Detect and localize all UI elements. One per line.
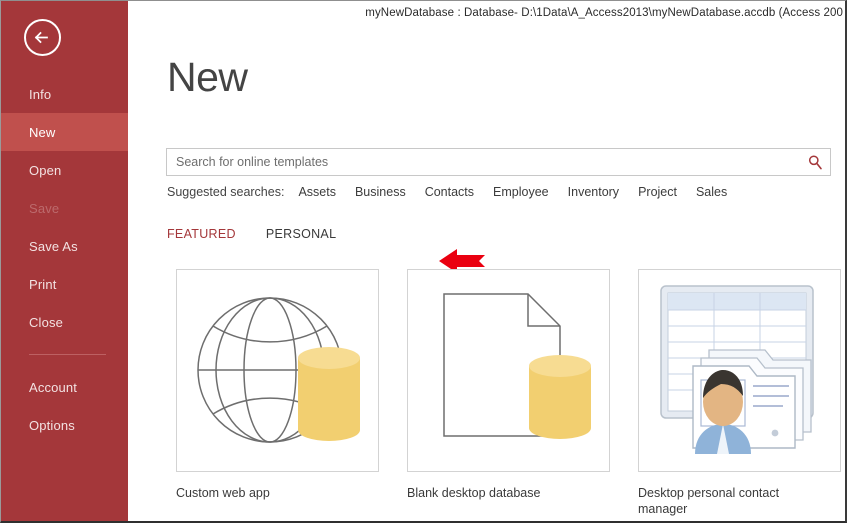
suggested-term-sales[interactable]: Sales bbox=[696, 185, 727, 199]
template-thumbnail bbox=[638, 269, 841, 472]
suggested-term-inventory[interactable]: Inventory bbox=[568, 185, 619, 199]
database-cylinder bbox=[298, 347, 360, 441]
database-cylinder bbox=[529, 355, 591, 439]
suggested-term-project[interactable]: Project bbox=[638, 185, 677, 199]
template-card-custom-web-app[interactable]: Custom web app bbox=[176, 269, 379, 517]
window-title: myNewDatabase : Database- D:\1Data\A_Acc… bbox=[365, 7, 843, 19]
template-card-blank-desktop-database[interactable]: Blank desktop database bbox=[407, 269, 610, 517]
sidebar-item-save-as[interactable]: Save As bbox=[1, 227, 128, 265]
search-row bbox=[166, 148, 831, 176]
sidebar-item-options[interactable]: Options bbox=[1, 406, 128, 444]
template-card-label: Custom web app bbox=[176, 486, 270, 500]
template-card-desktop-personal-contact-manager[interactable]: Desktop personal contact manager bbox=[638, 269, 841, 517]
tab-featured[interactable]: FEATURED bbox=[167, 227, 236, 241]
page-database-icon bbox=[443, 293, 591, 439]
sidebar-item-label: Save As bbox=[29, 238, 78, 254]
sidebar-item-close[interactable]: Close bbox=[1, 303, 128, 341]
sidebar-item-open[interactable]: Open bbox=[1, 151, 128, 189]
sidebar-item-label: New bbox=[29, 124, 56, 140]
backstage-sidebar: Info New Open Save Save As Print Close A… bbox=[1, 1, 128, 521]
back-button[interactable] bbox=[24, 19, 61, 56]
back-arrow-icon bbox=[34, 31, 48, 44]
template-card-label: Desktop personal contact manager bbox=[638, 486, 780, 516]
sidebar-divider bbox=[29, 354, 106, 355]
globe-database-icon bbox=[197, 297, 360, 443]
suggested-searches: Suggested searches: Assets Business Cont… bbox=[167, 185, 746, 199]
template-category-tabs: FEATURED PERSONAL bbox=[167, 227, 366, 241]
backstage-content: New Suggested searches: Assets Business … bbox=[128, 25, 845, 521]
sidebar-item-new[interactable]: New bbox=[1, 113, 128, 151]
contact-manager-icon bbox=[660, 285, 814, 462]
sidebar-item-save: Save bbox=[1, 189, 128, 227]
template-thumbnail bbox=[176, 269, 379, 472]
tab-personal[interactable]: PERSONAL bbox=[266, 227, 336, 241]
suggested-term-business[interactable]: Business bbox=[355, 185, 406, 199]
sidebar-item-label: Close bbox=[29, 314, 63, 330]
template-gallery: Custom web app Blank desktop database De… bbox=[176, 269, 845, 517]
title-bar: myNewDatabase : Database- D:\1Data\A_Acc… bbox=[128, 1, 845, 25]
sidebar-item-label: Print bbox=[29, 276, 57, 292]
search-box[interactable] bbox=[166, 148, 831, 176]
suggested-term-employee[interactable]: Employee bbox=[493, 185, 549, 199]
search-icon[interactable] bbox=[807, 154, 823, 170]
sidebar-item-print[interactable]: Print bbox=[1, 265, 128, 303]
sidebar-item-label: Account bbox=[29, 379, 78, 395]
sidebar-item-label: Options bbox=[29, 417, 75, 433]
suggested-term-contacts[interactable]: Contacts bbox=[425, 185, 474, 199]
search-input[interactable] bbox=[167, 149, 830, 175]
sidebar-item-label: Open bbox=[29, 162, 62, 178]
sidebar-item-account[interactable]: Account bbox=[1, 368, 128, 406]
page-title: New bbox=[167, 54, 248, 100]
sidebar-item-info[interactable]: Info bbox=[1, 75, 128, 113]
suggested-searches-label: Suggested searches: bbox=[167, 185, 285, 199]
sidebar-item-label: Info bbox=[29, 86, 52, 102]
sidebar-nav: Info New Open Save Save As Print Close A… bbox=[1, 75, 128, 444]
suggested-term-assets[interactable]: Assets bbox=[298, 185, 336, 199]
template-thumbnail bbox=[407, 269, 610, 472]
template-card-label: Blank desktop database bbox=[407, 486, 541, 500]
sidebar-item-label: Save bbox=[29, 200, 60, 216]
access-backstage-window: myNewDatabase : Database- D:\1Data\A_Acc… bbox=[0, 0, 847, 523]
